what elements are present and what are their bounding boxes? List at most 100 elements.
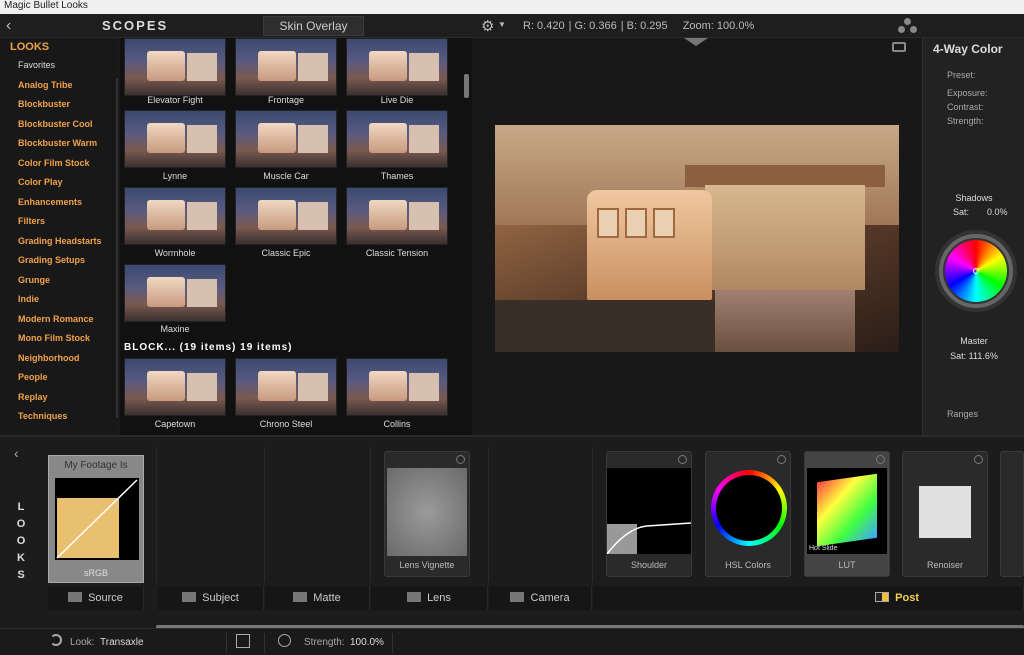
category-item[interactable]: Indie [18,294,102,314]
strength-value[interactable]: 100.0% [350,637,384,648]
category-item[interactable]: Filters [18,216,102,236]
ranges-label[interactable]: Ranges [947,409,978,419]
disable-icon[interactable] [777,455,786,464]
category-list: Favorites Analog Tribe Blockbuster Block… [18,60,102,431]
person-icon [182,592,197,602]
wheel-handle-icon[interactable] [973,268,979,274]
category-item[interactable]: Grading Setups [18,255,102,275]
preview-image[interactable] [495,125,899,352]
shadows-label: Shadows [955,193,993,203]
category-item[interactable]: People [18,372,102,392]
preset-thumbnail[interactable] [235,187,337,245]
preset-label: Muscle Car [263,171,309,181]
tab-subject[interactable]: Subject [158,586,264,610]
disable-icon[interactable] [456,455,465,464]
category-item[interactable]: Modern Romance [18,314,102,334]
preset-thumbnail[interactable] [235,358,337,416]
preset-thumbnail[interactable] [124,187,226,245]
preset-thumbnail[interactable] [124,358,226,416]
category-item-favorites[interactable]: Favorites [18,60,102,80]
footage-colorspace: sRGB [83,568,108,578]
preset-thumbnail[interactable] [124,110,226,168]
chevron-down-icon[interactable]: ▼ [498,20,506,29]
tab-camera[interactable]: Camera [489,586,592,610]
contrast-label[interactable]: Contrast: [947,102,984,112]
save-icon[interactable] [236,634,250,648]
preset-thumbnail[interactable] [346,38,448,96]
category-item[interactable]: Blockbuster Warm [18,138,102,158]
tab-lens[interactable]: Lens [371,586,488,610]
renoiser-card[interactable]: Renoiser [902,451,988,577]
footage-curve-icon [55,478,139,560]
preset-thumbnail[interactable] [235,110,337,168]
category-item[interactable]: Blockbuster Cool [18,119,102,139]
master-label: Master [960,336,988,346]
category-item[interactable]: Replay [18,392,102,412]
card-label: Shoulder [630,560,668,570]
preset-section-title: BLOCK... (19 items) 19 items) [124,342,293,353]
lens-vignette-card[interactable]: Lens Vignette [384,451,470,577]
master-sat[interactable]: Sat: 111.6% [923,351,1024,361]
category-item[interactable]: Neighborhood [18,353,102,373]
tools-dots-icon[interactable] [898,18,918,34]
camera-icon [510,592,525,602]
shadows-sat-value[interactable]: 0.0% [987,207,1008,217]
gear-icon[interactable]: ⚙ [481,17,494,35]
strength-label[interactable]: Strength: [947,116,984,126]
preset-thumbnail[interactable] [346,110,448,168]
disable-icon[interactable] [876,455,885,464]
looks-vertical-label: L O O K S [16,501,26,581]
category-item[interactable]: Blockbuster [18,99,102,119]
my-footage-card[interactable]: My Footage Is sRGB [48,455,144,583]
looks-category-panel: LOOKS Favorites Analog Tribe Blockbuster… [0,38,118,435]
category-item[interactable]: Grading Headstarts [18,236,102,256]
matte-icon [293,592,308,602]
camera-icon[interactable] [892,42,906,52]
category-item[interactable]: Color Play [18,177,102,197]
preset-label: Thames [380,171,414,181]
disable-icon[interactable] [974,455,983,464]
back-arrow-icon[interactable]: ‹ [6,17,11,35]
shoulder-card[interactable]: Shoulder [606,451,692,577]
shadows-color-wheel[interactable] [935,230,1017,312]
panel-title: 4-Way Color [933,42,1003,56]
tab-matte[interactable]: Matte [265,586,370,610]
hsl-colors-card[interactable]: HSL Colors [705,451,791,577]
partial-card[interactable] [1000,451,1024,577]
category-item[interactable]: Enhancements [18,197,102,217]
disable-icon[interactable] [678,455,687,464]
preset-thumbnail[interactable] [346,187,448,245]
preset-thumbnail[interactable] [346,358,448,416]
film-icon [68,592,83,602]
tab-post[interactable]: Post [593,586,1024,610]
four-way-color-panel: 4-Way Color Preset: Exposure: Contrast: … [922,38,1024,435]
preset-label: Maxine [160,324,190,334]
category-item[interactable]: Grunge [18,275,102,295]
category-item[interactable]: Techniques [18,411,102,431]
preset-label: Live Die [380,95,414,105]
category-item[interactable]: Mono Film Stock [18,333,102,353]
rgb-readout: R: 0.420 | G: 0.366 | B: 0.295 Zoom: 100.0… [523,20,755,32]
preset-thumbnail[interactable] [124,38,226,96]
look-label: Look: [70,637,95,648]
scopes-title[interactable]: SCOPES [102,18,168,33]
exposure-label[interactable]: Exposure: [947,88,988,98]
preset-thumbnail[interactable] [124,264,226,322]
category-item[interactable]: Analog Tribe [18,80,102,100]
preset-thumbnail[interactable] [235,38,337,96]
viewer-toggle-icon[interactable] [684,38,708,46]
lut-card[interactable]: Hot Slide LUT [804,451,890,577]
bypass-icon[interactable] [278,634,291,647]
lens-icon [407,592,422,602]
tab-source[interactable]: Source [48,586,144,610]
category-item[interactable]: Color Film Stock [18,158,102,178]
chevron-left-icon[interactable]: ‹ [14,445,19,461]
preset-label: Elevator Fight [147,95,203,105]
preview-viewer [472,38,922,435]
category-scrollbar[interactable] [116,78,118,418]
reset-icon[interactable] [50,634,62,646]
strength-label: Strength: [304,637,345,648]
skin-overlay-tab[interactable]: Skin Overlay [263,16,364,36]
presets-scrollbar[interactable] [464,74,469,98]
shadows-sat-label: Sat: [953,207,970,217]
